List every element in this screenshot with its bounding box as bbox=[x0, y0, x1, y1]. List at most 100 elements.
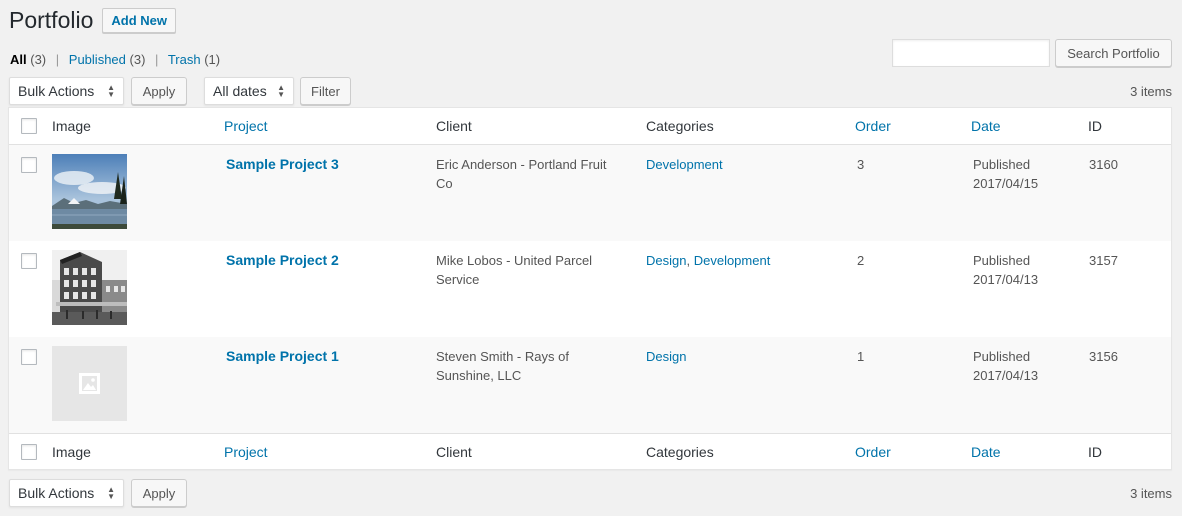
placeholder-image-icon[interactable] bbox=[52, 346, 127, 421]
row-checkbox-cell bbox=[21, 157, 37, 173]
row-title-cell: Sample Project 3 bbox=[226, 155, 339, 174]
client-name: Mike Lobos - United Parcel bbox=[436, 253, 593, 268]
date-filter-label: All dates bbox=[213, 83, 267, 99]
column-date-sort[interactable]: Date bbox=[971, 444, 1001, 460]
view-all-count: (3) bbox=[30, 52, 47, 67]
category-separator: , bbox=[686, 253, 691, 268]
post-status: Published bbox=[973, 253, 1031, 268]
bulk-actions-select[interactable]: Bulk Actions ▲ ▼ bbox=[9, 77, 124, 105]
row-checkbox[interactable] bbox=[21, 253, 37, 269]
title-row: Portfolio Add New bbox=[9, 6, 176, 35]
row-order: 3 bbox=[857, 157, 865, 172]
column-categories: Categories bbox=[646, 118, 714, 134]
row-categories: Design, Development bbox=[646, 251, 770, 270]
select-arrows-icon: ▲ ▼ bbox=[277, 83, 285, 99]
row-client: Mike Lobos - United Parcel Service bbox=[436, 251, 626, 289]
row-checkbox[interactable] bbox=[21, 157, 37, 173]
select-all-checkbox[interactable] bbox=[21, 443, 37, 460]
search-box: Search Portfolio bbox=[892, 39, 1172, 67]
view-published-link[interactable]: Published bbox=[69, 52, 126, 67]
row-checkbox-cell bbox=[21, 349, 37, 365]
view-all-link[interactable]: All bbox=[10, 52, 27, 67]
category-link[interactable]: Design bbox=[646, 349, 686, 364]
client-name-continued: Co bbox=[436, 176, 453, 191]
row-thumbnail-cell bbox=[52, 346, 127, 421]
post-date: 2017/04/15 bbox=[973, 176, 1039, 191]
row-date: Published 2017/04/13 bbox=[973, 347, 1038, 385]
landscape-photo-thumbnail[interactable] bbox=[52, 154, 127, 229]
table-row: Sample Project 2 Mike Lobos - United Par… bbox=[9, 241, 1171, 337]
tablenav-bottom: Bulk Actions ▲ ▼ Apply 3 items bbox=[9, 479, 1172, 507]
table-footer-row: Image Project Client Categories Order Da… bbox=[9, 433, 1171, 469]
view-trash-link[interactable]: Trash bbox=[168, 52, 201, 67]
row-title-cell: Sample Project 1 bbox=[226, 347, 339, 366]
row-id: 3160 bbox=[1089, 157, 1118, 172]
row-order: 2 bbox=[857, 253, 865, 268]
category-link[interactable]: Design bbox=[646, 253, 686, 268]
date-filter-select[interactable]: All dates ▲ ▼ bbox=[204, 77, 294, 105]
column-client: Client bbox=[436, 118, 472, 134]
row-thumbnail-cell bbox=[52, 154, 127, 229]
row-checkbox[interactable] bbox=[21, 349, 37, 365]
post-date: 2017/04/13 bbox=[973, 272, 1039, 287]
view-published-count: (3) bbox=[129, 52, 146, 67]
column-image: Image bbox=[52, 443, 91, 460]
client-name: Steven Smith - Rays of bbox=[436, 349, 569, 364]
table-row: Sample Project 1 Steven Smith - Rays of … bbox=[9, 337, 1171, 433]
select-arrows-icon: ▲ ▼ bbox=[107, 485, 115, 501]
column-order-sort[interactable]: Order bbox=[855, 118, 891, 134]
column-image: Image bbox=[52, 118, 91, 134]
row-client: Steven Smith - Rays of Sunshine, LLC bbox=[436, 347, 626, 385]
select-all-cell bbox=[21, 443, 37, 460]
column-categories: Categories bbox=[646, 443, 714, 460]
client-name-continued: Service bbox=[436, 272, 480, 287]
filter-button[interactable]: Filter bbox=[300, 77, 351, 105]
column-id: ID bbox=[1088, 118, 1102, 134]
project-title-link[interactable]: Sample Project 3 bbox=[226, 156, 339, 172]
row-checkbox-cell bbox=[21, 253, 37, 269]
column-client: Client bbox=[436, 443, 472, 460]
column-date-sort[interactable]: Date bbox=[971, 118, 1001, 134]
column-id: ID bbox=[1088, 443, 1102, 460]
row-client: Eric Anderson - Portland Fruit Co bbox=[436, 155, 626, 193]
apply-button[interactable]: Apply bbox=[131, 77, 187, 105]
row-categories: Development bbox=[646, 155, 723, 174]
project-title-link[interactable]: Sample Project 2 bbox=[226, 252, 339, 268]
row-order: 1 bbox=[857, 349, 865, 364]
row-categories: Design bbox=[646, 347, 686, 366]
post-status: Published bbox=[973, 349, 1031, 364]
column-project-sort[interactable]: Project bbox=[224, 118, 268, 134]
bulk-actions-label: Bulk Actions bbox=[18, 83, 95, 99]
select-all-checkbox[interactable] bbox=[21, 118, 37, 134]
items-count: 3 items bbox=[1130, 83, 1172, 99]
items-count: 3 items bbox=[1130, 485, 1172, 501]
project-title-link[interactable]: Sample Project 1 bbox=[226, 348, 339, 364]
post-date: 2017/04/13 bbox=[973, 368, 1039, 383]
bw-building-photo-thumbnail[interactable] bbox=[52, 250, 127, 325]
column-order-sort[interactable]: Order bbox=[855, 444, 891, 460]
search-input[interactable] bbox=[892, 39, 1050, 67]
client-name: Eric Anderson - Portland Fruit bbox=[436, 157, 607, 172]
tablenav-top: Bulk Actions ▲ ▼ Apply All dates ▲ ▼ Filte… bbox=[9, 77, 1172, 105]
row-id: 3156 bbox=[1089, 349, 1118, 364]
bulk-actions-select[interactable]: Bulk Actions ▲ ▼ bbox=[9, 479, 124, 507]
category-link[interactable]: Development bbox=[694, 253, 771, 268]
status-filter-links: All (3) | Published (3) | Trash (1) bbox=[10, 52, 220, 67]
search-button[interactable]: Search Portfolio bbox=[1055, 39, 1172, 67]
page-title: Portfolio bbox=[9, 7, 94, 33]
apply-button[interactable]: Apply bbox=[131, 479, 187, 507]
category-link[interactable]: Development bbox=[646, 157, 723, 172]
client-name-continued: Sunshine, LLC bbox=[436, 368, 522, 383]
bulk-actions-label: Bulk Actions bbox=[18, 485, 95, 501]
separator: | bbox=[155, 52, 159, 67]
add-new-button[interactable]: Add New bbox=[102, 8, 176, 33]
view-trash-count: (1) bbox=[204, 52, 221, 67]
select-arrows-icon: ▲ ▼ bbox=[107, 83, 115, 99]
column-project-sort[interactable]: Project bbox=[224, 444, 268, 460]
post-status: Published bbox=[973, 157, 1031, 172]
row-id: 3157 bbox=[1089, 253, 1118, 268]
select-all-cell bbox=[21, 118, 37, 134]
table-header-row: Image Project Client Categories Order Da… bbox=[9, 108, 1171, 145]
row-date: Published 2017/04/13 bbox=[973, 251, 1038, 289]
separator: | bbox=[55, 52, 60, 67]
